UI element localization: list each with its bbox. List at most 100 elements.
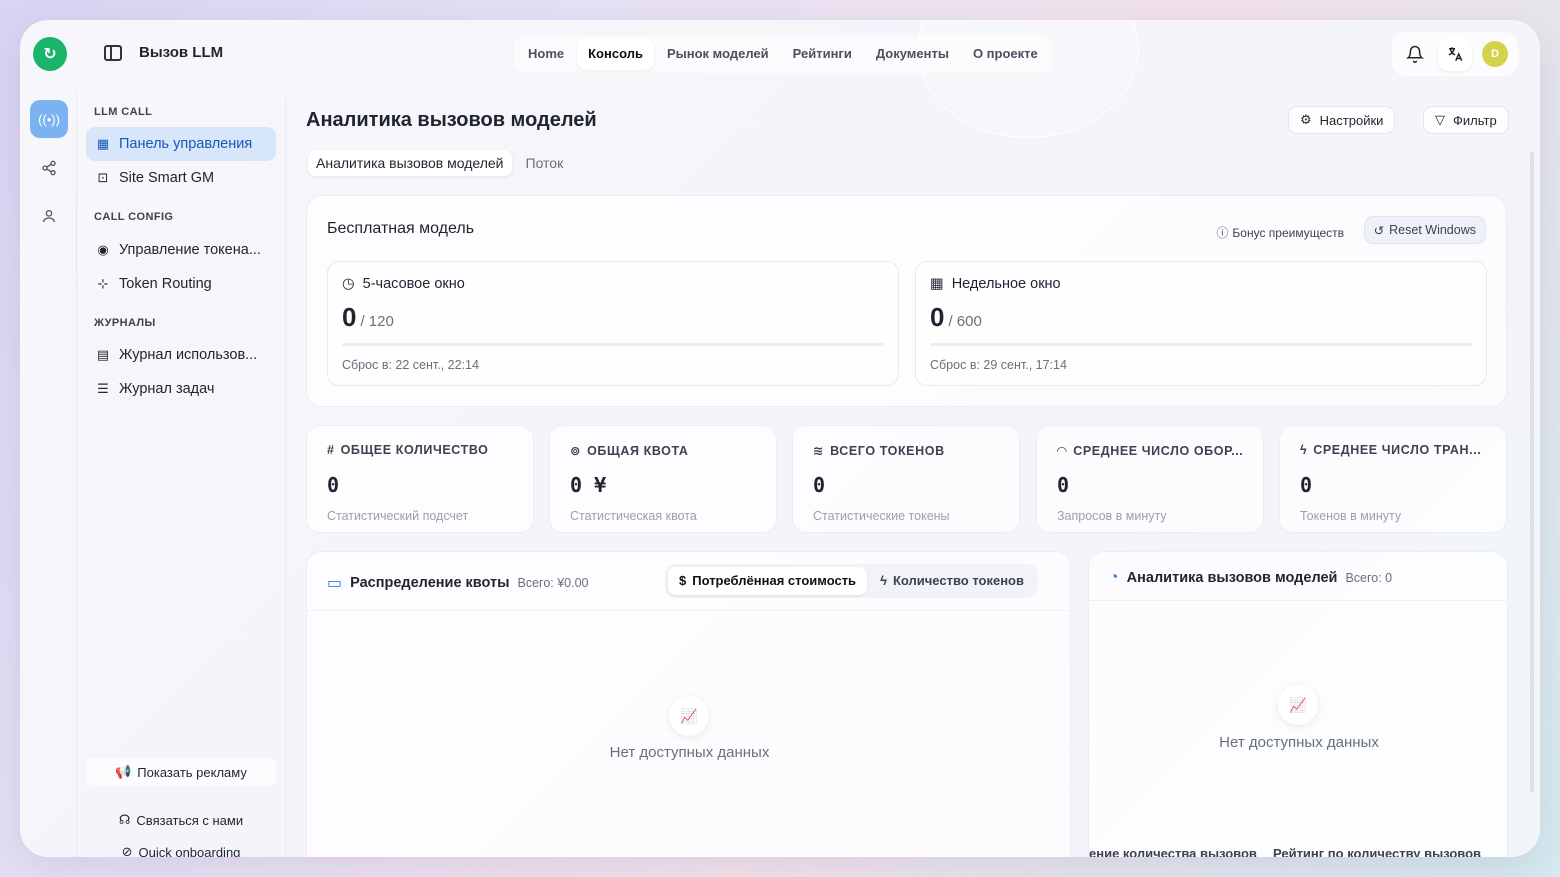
panel-title: Распределение квоты <box>350 575 510 591</box>
reset-windows-button[interactable]: ↺ Reset Windows <box>1363 216 1486 244</box>
window-progress-bar <box>930 343 1472 346</box>
sidebar-group-call-config: CALL CONFIG <box>94 211 174 223</box>
tab-call-ranking[interactable]: Рейтинг по количеству вызовов <box>1273 846 1481 857</box>
panel-divider <box>307 610 1070 611</box>
compass-icon: ⊘ <box>121 844 133 857</box>
sidebar-item-token-management[interactable]: ◉ Управление токена... <box>86 233 276 267</box>
settings-button[interactable]: ⚙ Настройки <box>1288 106 1396 134</box>
coins-icon: ⊚ <box>570 444 582 458</box>
contact-us-link[interactable]: ☊ Связаться с нами <box>86 812 276 828</box>
stat-subtitle: Статистический подсчет <box>327 509 469 523</box>
stat-label: # ОБЩЕЕ КОЛИЧЕСТВО <box>327 443 522 457</box>
panel-header: ◔ Аналитика вызовов моделей Всего: 0 <box>1109 569 1392 587</box>
benefits-bonus-label: Бонус преимуществ <box>1232 225 1344 240</box>
translate-icon[interactable] <box>1438 37 1472 71</box>
toggle-token-count[interactable]: ϟ Количество токенов <box>869 567 1035 595</box>
stat-subtitle: Статистические токены <box>813 509 950 523</box>
stat-label-text: ОБЩАЯ КВОТА <box>587 443 689 458</box>
nav-docs[interactable]: Документы <box>865 38 960 70</box>
info-icon: ⓘ <box>1216 226 1229 240</box>
window-limit: / 120 <box>360 313 394 330</box>
icon-rail: ((•)) <box>20 92 77 857</box>
show-ads-button[interactable]: 📢 Показать рекламу <box>86 758 276 786</box>
sidebar-toggle-icon[interactable] <box>104 45 122 61</box>
sidebar-group-logs: ЖУРНАЛЫ <box>94 317 156 329</box>
rail-user-icon[interactable] <box>30 197 68 235</box>
nav-console[interactable]: Консоль <box>577 38 654 70</box>
tab-call-distribution[interactable]: ение количества вызовов <box>1089 846 1257 857</box>
stat-label: ϟ СРЕДНЕЕ ЧИСЛО ТРАН... <box>1300 443 1495 457</box>
quota-distribution-panel: ▭ Распределение квоты Всего: ¥0.00 $ Пот… <box>306 551 1071 857</box>
bell-icon[interactable] <box>1398 37 1432 71</box>
sidebar-item-usage-log[interactable]: ▤ Журнал использов... <box>86 338 276 372</box>
benefits-bonus-link[interactable]: ⓘ Бонус преимуществ <box>1216 224 1344 241</box>
nav-ratings[interactable]: Рейтинги <box>782 38 863 70</box>
pie-chart-icon: ◔ <box>1109 569 1119 586</box>
stat-subtitle: Запросов в минуту <box>1057 509 1167 523</box>
tab-model-analytics[interactable]: Аналитика вызовов моделей <box>308 150 512 176</box>
five-hour-window-card: ◷ 5-часовое окно 0 / 120 Сброс в: 22 сен… <box>327 261 899 386</box>
window-title: ◷ 5-часовое окно <box>342 276 465 292</box>
nav-model-market[interactable]: Рынок моделей <box>656 38 780 70</box>
toggle-consumed-cost[interactable]: $ Потреблённая стоимость <box>668 567 868 595</box>
stat-card-avg-tpm: ϟ СРЕДНЕЕ ЧИСЛО ТРАН... 0 Токенов в минут… <box>1279 425 1507 533</box>
reset-windows-label: Reset Windows <box>1389 223 1476 237</box>
sidebar-item-label: Управление токена... <box>119 242 261 258</box>
stat-label: ≋ ВСЕГО ТОКЕНОВ <box>813 443 1008 459</box>
network-icon: ⊹ <box>97 276 109 291</box>
window-reset-time: Сброс в: 29 сент., 17:14 <box>930 358 1067 372</box>
stat-card-total-count: # ОБЩЕЕ КОЛИЧЕСТВО 0 Статистический подсч… <box>306 425 534 533</box>
quota-metric-toggle: $ Потреблённая стоимость ϟ Количество то… <box>665 564 1038 598</box>
rail-broadcast-icon[interactable]: ((•)) <box>30 100 68 138</box>
stat-value: 0 <box>813 473 826 497</box>
filter-button[interactable]: ▽ Фильтр <box>1423 106 1509 134</box>
app-title: Вызов LLM <box>139 44 224 61</box>
empty-state-text: Нет доступных данных <box>1219 734 1379 751</box>
headset-icon: ☊ <box>118 812 131 827</box>
stat-value: 0 ¥ <box>570 473 607 497</box>
sidebar-item-label: Журнал задач <box>119 381 215 397</box>
user-avatar-button[interactable]: D <box>1478 37 1512 71</box>
rail-share-icon[interactable] <box>30 149 68 187</box>
chart-empty-icon: 📈 <box>669 696 709 736</box>
panel-divider <box>1089 600 1507 601</box>
nav-home[interactable]: Home <box>517 38 575 70</box>
window-used-value: 0 <box>342 302 357 332</box>
tab-stream[interactable]: Поток <box>518 150 572 176</box>
window-reset-time: Сброс в: 22 сент., 22:14 <box>342 358 479 372</box>
panel-title: Аналитика вызовов моделей <box>1126 570 1338 586</box>
reset-icon: ↺ <box>1373 223 1385 238</box>
sidebar-item-token-routing[interactable]: ⊹ Token Routing <box>86 267 276 301</box>
app-logo-icon[interactable]: ↻ <box>33 37 67 71</box>
sidebar-item-dashboard[interactable]: ▦ Панель управления <box>86 127 276 161</box>
free-model-card: Бесплатная модель ⓘ Бонус преимуществ ↺ … <box>306 195 1507 407</box>
empty-state-text: Нет доступных данных <box>609 744 770 761</box>
sidebar-item-site-smart[interactable]: ⊡ Site Smart GM <box>86 161 276 195</box>
window-limit: / 600 <box>948 313 982 330</box>
quick-onboarding-link[interactable]: ⊘ Quick onboarding <box>86 844 276 857</box>
panel-total: Всего: ¥0.00 <box>517 576 589 590</box>
robot-icon: ⊡ <box>97 170 109 185</box>
stat-label-text: ОБЩЕЕ КОЛИЧЕСТВО <box>340 443 489 457</box>
gauge-icon: ◠ <box>1057 444 1068 458</box>
stat-subtitle: Токенов в минуту <box>1300 509 1402 523</box>
page-title: Аналитика вызовов моделей <box>306 109 597 131</box>
stat-card-total-quota: ⊚ ОБЩАЯ КВОТА 0 ¥ Статистическая квота <box>549 425 777 533</box>
broadcast-icon: ◉ <box>97 242 109 257</box>
sidebar-item-task-log[interactable]: ☰ Журнал задач <box>86 372 276 406</box>
stat-label-text: ВСЕГО ТОКЕНОВ <box>830 443 945 458</box>
model-calls-panel: ◔ Аналитика вызовов моделей Всего: 0 📈 Н… <box>1088 551 1508 857</box>
main-scrollbar[interactable] <box>1530 152 1534 792</box>
sidebar-group-llm-call: LLM CALL <box>94 106 153 118</box>
chart-empty-icon: 📈 <box>1278 685 1318 725</box>
stat-card-avg-rpm: ◠ СРЕДНЕЕ ЧИСЛО ОБОР... 0 Запросов в мину… <box>1036 425 1264 533</box>
document-icon: ▤ <box>96 347 110 362</box>
main-divider <box>285 92 286 857</box>
stat-subtitle: Статистическая квота <box>570 509 697 523</box>
dashboard-grid-icon: ▦ <box>96 136 110 151</box>
sidebar-item-label: Token Routing <box>119 276 212 292</box>
show-ads-label: Показать рекламу <box>137 764 247 780</box>
quick-onboarding-label: Quick onboarding <box>138 844 241 858</box>
nav-about[interactable]: О проекте <box>962 38 1049 70</box>
stat-value: 0 <box>327 473 340 497</box>
